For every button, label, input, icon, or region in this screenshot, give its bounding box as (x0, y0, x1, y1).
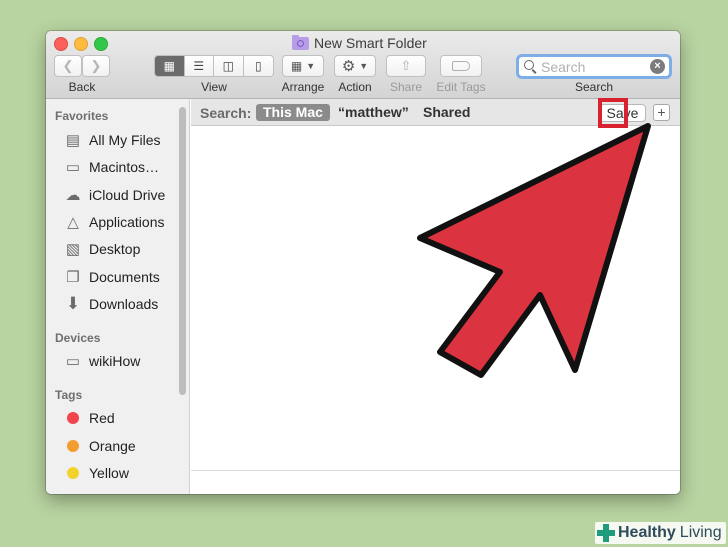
plus-logo-icon (597, 524, 615, 542)
watermark-brand-b: Living (679, 524, 722, 541)
arrow-shape (417, 123, 651, 378)
pointer-arrow-annotation (417, 123, 651, 378)
watermark-brand-a: Healthy (618, 524, 676, 541)
brand-watermark: Healthy Living (595, 522, 726, 544)
